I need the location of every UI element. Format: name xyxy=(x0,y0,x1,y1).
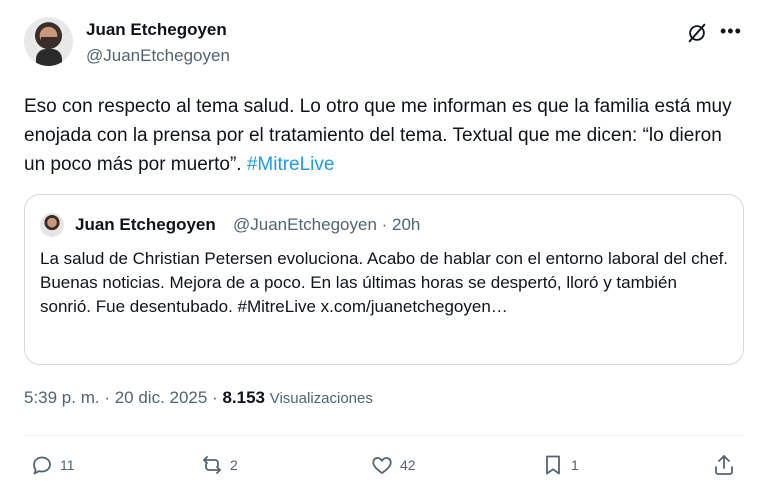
reply-icon xyxy=(33,456,51,475)
repost-icon xyxy=(203,456,221,474)
share-icon xyxy=(715,455,733,475)
reply-count: 11 xyxy=(60,457,75,473)
timestamp[interactable]: 5:39 p. m. · 20 dic. 2025 · xyxy=(24,388,222,407)
share-button[interactable] xyxy=(712,450,736,480)
views-label: Visualizaciones xyxy=(269,390,373,407)
tweet-body: Eso con respecto al tema salud. Lo otro … xyxy=(24,96,732,175)
hashtag-link[interactable]: #MitreLive xyxy=(247,154,335,175)
author-handle[interactable]: @JuanEtchegoyen xyxy=(86,46,230,66)
avatar-beard xyxy=(41,37,57,48)
quoted-handle-time: @JuanEtchegoyen · 20h xyxy=(233,215,421,234)
like-button[interactable]: 42 xyxy=(370,450,416,480)
tweet-meta: 5:39 p. m. · 20 dic. 2025 · 8.153 Visual… xyxy=(24,388,373,408)
bookmark-button[interactable]: 1 xyxy=(541,450,579,480)
quoted-tweet[interactable]: Juan Etchegoyen @JuanEtchegoyen · 20h La… xyxy=(24,194,744,365)
author-avatar[interactable] xyxy=(24,17,73,66)
grok-icon[interactable] xyxy=(686,22,708,44)
quoted-avatar[interactable] xyxy=(40,213,64,237)
repost-count: 2 xyxy=(230,457,238,473)
quoted-author-name: Juan Etchegoyen xyxy=(75,215,216,234)
like-icon xyxy=(372,457,392,474)
like-count: 42 xyxy=(400,457,416,473)
reply-button[interactable]: 11 xyxy=(30,450,75,480)
divider xyxy=(24,435,744,436)
tweet-text: Eso con respecto al tema salud. Lo otro … xyxy=(24,92,736,179)
repost-button[interactable]: 2 xyxy=(200,450,238,480)
author-name[interactable]: Juan Etchegoyen xyxy=(86,20,227,40)
avatar-body xyxy=(36,49,62,66)
bookmark-icon xyxy=(546,455,560,475)
more-icon[interactable]: ••• xyxy=(720,21,744,43)
quoted-text: La salud de Christian Petersen evolucion… xyxy=(40,249,729,316)
views-count: 8.153 xyxy=(222,388,265,407)
bookmark-count: 1 xyxy=(571,457,579,473)
